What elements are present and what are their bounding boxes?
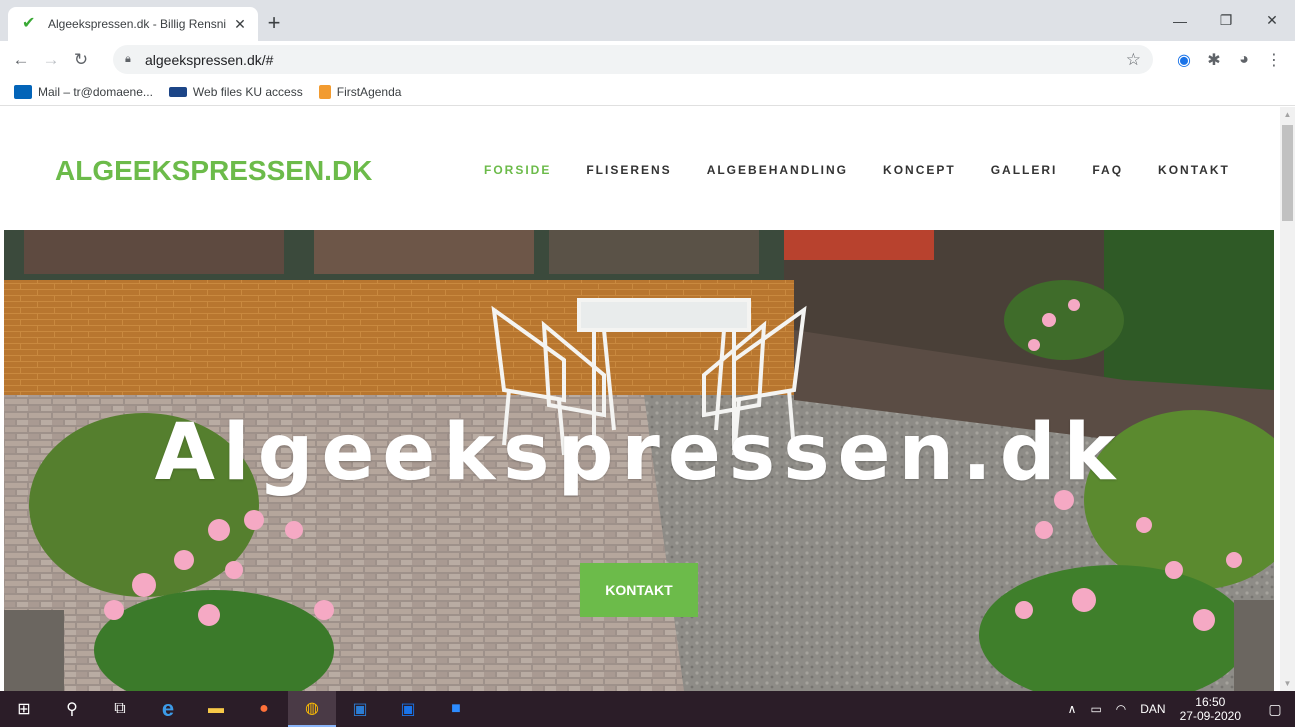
scroll-down-icon[interactable]: ▼ [1280, 676, 1295, 691]
firstagenda-icon [318, 84, 331, 99]
hero-section: Algeekspressen.dk KONTAKT [4, 230, 1274, 691]
chevron-up-icon[interactable]: ∧ [1068, 702, 1077, 716]
task-view-icon[interactable]: ⧉ [96, 691, 144, 727]
outlook-icon [14, 84, 32, 99]
main-navigation: FORSIDE FLISERENS ALGEBEHANDLING KONCEPT… [484, 163, 1265, 177]
language-indicator[interactable]: DAN [1140, 702, 1165, 716]
tab-title: Algeekspressen.dk - Billig Rensni [48, 17, 227, 31]
nav-faq[interactable]: FAQ [1092, 163, 1123, 177]
bookmark-star-icon[interactable]: ☆ [1126, 50, 1141, 70]
outlook-icon[interactable]: ▣ [384, 691, 432, 727]
checkmark-favicon-icon: ✔ [22, 15, 36, 32]
page-scrollbar[interactable]: ▲ ▼ [1280, 107, 1295, 691]
bookmark-firstagenda[interactable]: FirstAgenda [318, 84, 402, 99]
clock-time: 16:50 [1195, 695, 1226, 709]
zoom-icon[interactable]: ■ [432, 691, 480, 727]
clock-date: 27-09-2020 [1179, 709, 1241, 723]
profile-icon[interactable]: ◕ [1229, 45, 1259, 74]
edge-icon[interactable]: e [144, 691, 192, 727]
search-icon[interactable]: ⚲ [48, 691, 96, 727]
back-button[interactable]: ← [6, 45, 36, 75]
extension-icon[interactable]: ◉ [1169, 45, 1199, 74]
url-text: algeekspressen.dk/# [145, 51, 274, 68]
nav-kontakt[interactable]: KONTAKT [1158, 163, 1230, 177]
clock[interactable]: 16:50 27-09-2020 [1180, 695, 1241, 723]
nav-forside[interactable]: FORSIDE [484, 163, 551, 177]
word-icon[interactable]: ▣ [336, 691, 384, 727]
nav-algebehandling[interactable]: ALGEBEHANDLING [707, 163, 848, 177]
puzzle-icon[interactable]: ✱ [1199, 45, 1229, 74]
minimize-button[interactable]: — [1157, 0, 1203, 41]
new-tab-button[interactable]: + [262, 12, 286, 36]
firefox-icon[interactable]: ● [240, 691, 288, 727]
menu-icon[interactable]: ⋮ [1259, 45, 1289, 74]
extensions-area: ◉ ✱ ◕ ⋮ [1169, 45, 1289, 74]
browser-tab-strip: ✔ Algeekspressen.dk - Billig Rensni ✕ + … [0, 0, 1295, 41]
bookmark-ku[interactable]: Web files KU access [168, 84, 303, 99]
nav-galleri[interactable]: GALLERI [991, 163, 1058, 177]
lock-icon[interactable]: 🔒︎ [125, 53, 139, 66]
scroll-up-icon[interactable]: ▲ [1280, 107, 1295, 122]
hero-title: Algeekspressen.dk [154, 408, 1124, 498]
nav-koncept[interactable]: KONCEPT [883, 163, 956, 177]
bookmark-mail[interactable]: Mail – tr@domaene... [14, 84, 153, 99]
scrollbar-thumb[interactable] [1282, 125, 1293, 221]
reload-button[interactable]: ↻ [66, 45, 96, 75]
hero-contact-button[interactable]: KONTAKT [580, 563, 698, 617]
file-explorer-icon[interactable]: ▬ [192, 691, 240, 727]
restore-button[interactable]: ❐ [1203, 0, 1249, 41]
battery-icon[interactable]: ▭ [1090, 702, 1101, 716]
start-icon[interactable]: ⊞ [0, 691, 48, 727]
forward-button[interactable]: → [36, 45, 66, 75]
bookmarks-bar: Mail – tr@domaene... Web files KU access… [0, 78, 1295, 106]
windows-taskbar: ⊞ ⚲ ⧉ e ▬ ● ◍ ▣ ▣ ■ ∧ ▭ ◠ DAN 16:50 27-0… [0, 691, 1295, 727]
screen: ✔ Algeekspressen.dk - Billig Rensni ✕ + … [0, 0, 1295, 727]
close-tab-icon[interactable]: ✕ [232, 16, 248, 33]
bookmark-label: Web files KU access [192, 84, 303, 99]
window-controls: — ❐ ✕ [1157, 0, 1295, 41]
website-viewport: ALGEEKSPRESSEN.DK FORSIDE FLISERENS ALGE… [0, 107, 1280, 691]
nav-fliserens[interactable]: FLISERENS [586, 163, 671, 177]
site-logo[interactable]: ALGEEKSPRESSEN.DK [55, 155, 372, 187]
close-window-button[interactable]: ✕ [1249, 0, 1295, 41]
browser-toolbar: ← → ↻ 🔒︎ algeekspressen.dk/# ☆ ◉ ✱ ◕ ⋮ [0, 41, 1295, 78]
bookmark-label: FirstAgenda [336, 84, 402, 99]
chrome-icon[interactable]: ◍ [288, 691, 336, 727]
bookmark-label: Mail – tr@domaene... [38, 84, 153, 99]
address-bar[interactable]: 🔒︎ algeekspressen.dk/# ☆ [113, 45, 1153, 74]
notification-icon[interactable]: ▢ [1255, 691, 1295, 727]
system-tray: ∧ ▭ ◠ DAN 16:50 27-09-2020 ▢ [1068, 691, 1295, 727]
wifi-icon[interactable]: ◠ [1116, 702, 1126, 716]
browser-tab[interactable]: ✔ Algeekspressen.dk - Billig Rensni ✕ [8, 7, 258, 41]
ku-icon [168, 86, 187, 97]
